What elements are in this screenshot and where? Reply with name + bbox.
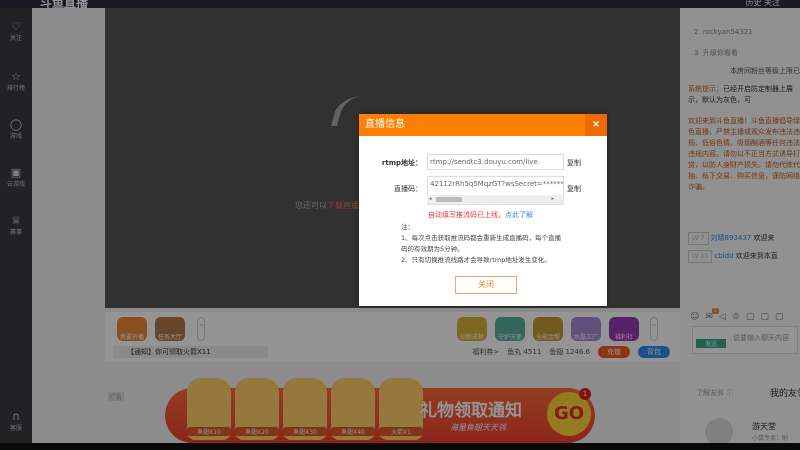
rtmp-label: rtmp地址：	[381, 159, 422, 167]
warning-text: 自动填写推流码已上线，	[428, 211, 505, 219]
note-title: 注：	[401, 223, 414, 231]
learn-more-link[interactable]: 点此了解	[505, 211, 533, 219]
note-item: 1、每次点击获取推流码都会重新生成直播码，每个直播码的有效期为5分钟。	[401, 234, 562, 253]
stream-code-label: 直播码：	[394, 185, 422, 193]
dialog-header: 直播信息 ×	[359, 114, 607, 136]
scroll-right-icon[interactable]: ▸	[551, 196, 554, 202]
close-icon[interactable]: ×	[585, 114, 607, 136]
horizontal-scrollbar[interactable]: ◂ ▸	[427, 195, 564, 204]
copy-rtmp-button[interactable]: 复制	[567, 158, 581, 168]
live-info-dialog: 直播信息 × rtmp地址： rtmp://sendtc3.douyu.com/l…	[359, 114, 607, 306]
dialog-title: 直播信息	[365, 119, 405, 130]
auto-fill-warning: 自动填写推流码已上线，点此了解	[428, 210, 533, 220]
note-item: 2、只有切换推流线路才会导致rtmp地址发生变化。	[401, 256, 551, 264]
scroll-thumb[interactable]	[436, 197, 462, 202]
scroll-left-icon[interactable]: ◂	[429, 196, 432, 202]
rtmp-field[interactable]: rtmp://sendtc3.douyu.com/live	[427, 154, 564, 170]
copy-code-button[interactable]: 复制	[567, 184, 581, 194]
notes: 注： 1、每次点击获取推流码都会重新生成直播码，每个直播码的有效期为5分钟。 2…	[401, 222, 566, 266]
close-button[interactable]: 关闭	[455, 276, 517, 294]
